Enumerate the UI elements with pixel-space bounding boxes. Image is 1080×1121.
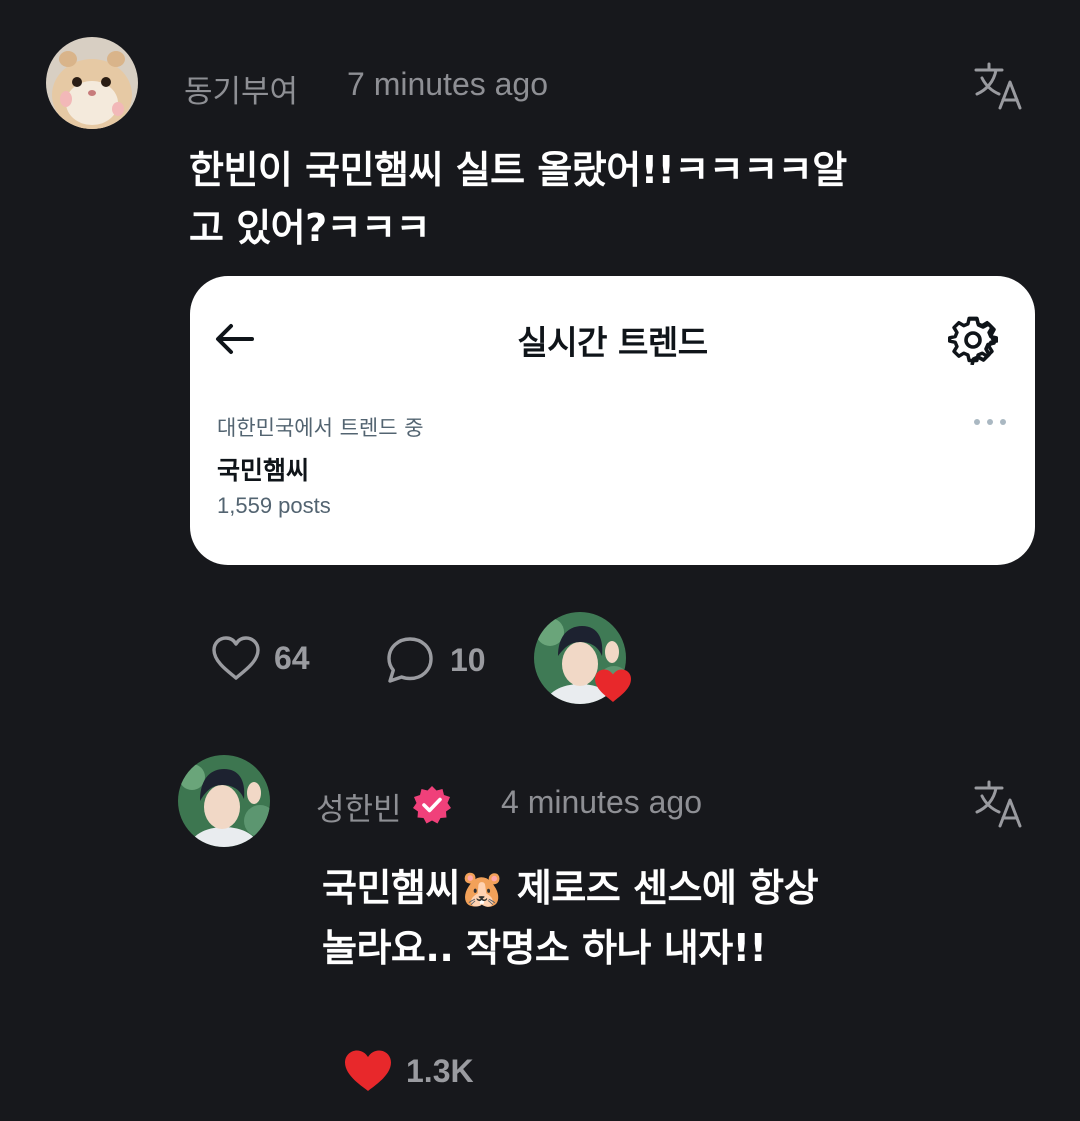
comment-text-line: 한빈이 국민햄씨 실트 올랐어!!ㅋㅋㅋㅋ알: [189, 148, 847, 192]
comment-text: 한빈이 국민햄씨 실트 올랐어!!ㅋㅋㅋㅋ알 고 있어?ㅋㅋㅋ: [189, 141, 847, 257]
embedded-trend-card[interactable]: 실시간 트렌드 대한민국에서 트렌드 중 국민햄씨 1,559 posts: [190, 276, 1035, 565]
trend-post-count: 1,559 posts: [217, 493, 331, 518]
hamster-emoji: 🐹: [459, 869, 505, 910]
comment-text-line: 고 있어?ㅋㅋㅋ: [189, 206, 431, 250]
reply-text-line: 놀라요.. 작명소 하나 내자!!: [322, 926, 767, 970]
timestamp: 4 minutes ago: [501, 784, 703, 820]
like-button[interactable]: 1.3K: [342, 1048, 474, 1094]
more-icon[interactable]: [972, 414, 1008, 430]
reply-text-segment: 국민햄씨: [322, 866, 460, 910]
translate-icon[interactable]: [972, 60, 1028, 116]
heart-outline-icon: [212, 636, 260, 680]
card-title: 실시간 트렌드: [517, 323, 708, 362]
like-count: 1.3K: [406, 1052, 474, 1089]
liked-heart-badge-icon: [595, 669, 631, 702]
reply-text-segment: 제로즈 센스에 항상: [504, 866, 819, 910]
username[interactable]: 성한빈: [316, 784, 402, 829]
hamster-avatar-image: [46, 37, 138, 129]
timestamp: 7 minutes ago: [347, 66, 549, 102]
trend-name[interactable]: 국민햄씨: [217, 451, 309, 487]
like-count: 64: [274, 639, 310, 676]
reply-text-line: 국민햄씨🐹 제로즈 센스에 항상: [322, 859, 819, 919]
author-avatar[interactable]: [178, 755, 270, 847]
username[interactable]: 동기부여: [184, 66, 298, 111]
gear-icon[interactable]: [948, 315, 998, 365]
like-button[interactable]: 64: [210, 634, 310, 682]
trend-location: 대한민국에서 트렌드 중: [217, 416, 424, 440]
translate-icon[interactable]: [972, 778, 1028, 834]
heart-filled-icon: [345, 1050, 391, 1091]
comment-bubble-icon: [387, 637, 433, 683]
author-avatar-image: [178, 755, 270, 847]
verified-badge-icon: [413, 786, 451, 824]
reply-count: 10: [450, 641, 486, 678]
reply-button[interactable]: 10: [384, 634, 486, 686]
user-avatar[interactable]: [46, 37, 138, 129]
reply-text: 국민햄씨🐹 제로즈 센스에 항상 놀라요.. 작명소 하나 내자!!: [322, 859, 819, 977]
